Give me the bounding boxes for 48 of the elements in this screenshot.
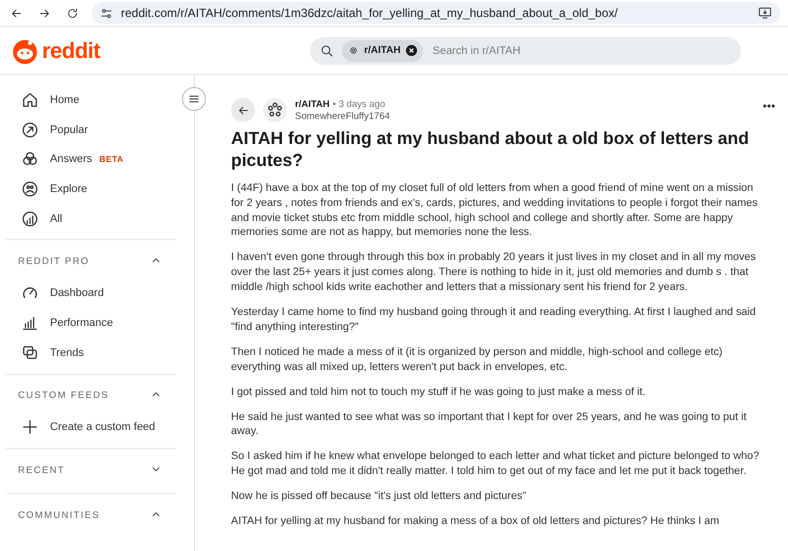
sidebar-item[interactable]: Answers BETA xyxy=(0,144,194,174)
reload-icon xyxy=(66,6,78,20)
sidebar-item[interactable]: Popular xyxy=(0,114,194,144)
sidebar-item[interactable]: Performance xyxy=(0,308,194,338)
sidebar-item[interactable]: Explore xyxy=(0,174,194,204)
post-paragraph: Then I noticed he made a mess of it (it is organized by person and middle, high-school and college etc) everything was all mixed up, letters weren't put back in envelopes, etc. xyxy=(231,344,724,374)
explore-icon xyxy=(21,180,39,198)
post-paragraph: AITAH for yelling at my husband for making a mess of a box of old letters and pictures? He thinks I am xyxy=(231,514,720,529)
post-paragraph: I got pissed and told him not to touch my stuff if he was going to just make a mess of it. xyxy=(231,384,646,400)
post-time: • 3 days ago xyxy=(332,99,386,110)
beta-label: BETA xyxy=(99,154,124,164)
chat-bubbles-icon xyxy=(21,344,39,362)
sidebar-item[interactable]: Home xyxy=(0,85,194,115)
post-paragraph: I haven't even gone through through this box in probably 20 years it just lives in my closet and in all my moves over the last 25+ years it just comes along. There is nothing to hide in it, just old memories and dumb s . that middle /high school kids write eachother and letters that a missionary sent his friend for 2 years. xyxy=(231,250,757,295)
post-paragraph: Now he is pissed off because "it's just old letters and pictures" xyxy=(231,489,528,504)
chip-label: r/AITAH xyxy=(364,45,401,56)
sidebar-item[interactable]: Dashboard xyxy=(0,278,194,308)
author-name[interactable]: SomewhereFluffy1764 xyxy=(295,111,754,123)
community-avatar[interactable] xyxy=(263,98,287,122)
sidebar-item[interactable]: All xyxy=(0,204,194,234)
back-button[interactable] xyxy=(231,98,255,122)
section-header[interactable]: RECENT xyxy=(6,449,176,488)
section-header[interactable]: REDDIT PRO xyxy=(6,240,176,278)
search-field[interactable]: r/AITAH Search in r/AITAH xyxy=(310,36,742,64)
address-bar[interactable]: reddit.com/r/AITAH/comments/1m36dzc/aitah_for_yelling_at_my_husband_about_a_old_box/ xyxy=(92,2,780,24)
all-icon xyxy=(21,210,39,228)
post-paragraph: So I asked him if he knew what envelope belonged to each letter and what ticket and picture belonged to who? He got mad and told me it didn't really matter. I told him to get out of my face and let me put it back together. xyxy=(231,449,760,479)
reddit-logo-icon xyxy=(12,38,38,64)
subreddit-chip[interactable]: r/AITAH xyxy=(342,40,423,62)
close-icon[interactable] xyxy=(406,45,417,56)
post-paragraph: He said he just wanted to see what was so important that I kept for over 25 years, and he was going to put it away. xyxy=(231,410,748,440)
flower-icon xyxy=(266,101,284,119)
search-icon xyxy=(320,44,334,58)
menu-button[interactable] xyxy=(182,87,206,111)
section-header[interactable]: CUSTOM FEEDS xyxy=(6,374,176,412)
subreddit-link[interactable]: r/AITAH xyxy=(295,99,330,110)
section-header[interactable]: COMMUNITIES xyxy=(6,494,176,532)
post-paragraph: I (44F) have a box at the top of my closet full of old letters from when a good friend of mine went on a mission for 2 years , notes from friends and ex's, cards, pictures, and wedding invitations to people i forgot their names and movie ticket stubs etc from middle school, high school and college and shortly after. Some are happy memories some are not as happy, but memories none the less. xyxy=(231,181,759,240)
plus-icon xyxy=(21,418,39,436)
community-icon xyxy=(348,45,360,56)
post-title: AITAH for yelling at my husband about a old box of letters and picutes? xyxy=(231,127,750,171)
home-icon xyxy=(21,90,39,109)
sidebar-item[interactable]: Trends xyxy=(0,338,194,368)
install-app-icon xyxy=(758,6,772,20)
url-text: reddit.com/r/AITAH/comments/1m36dzc/aitah_for_yelling_at_my_husband_about_a_old_box/ xyxy=(121,6,618,20)
sidebar-item[interactable]: Create a custom feed xyxy=(0,412,194,442)
site-settings-icon xyxy=(100,6,113,20)
post-paragraph: Yesterday I came home to find my husband going through it and reading everything. At first I laughed and said "find anything interesting?" xyxy=(231,304,757,335)
